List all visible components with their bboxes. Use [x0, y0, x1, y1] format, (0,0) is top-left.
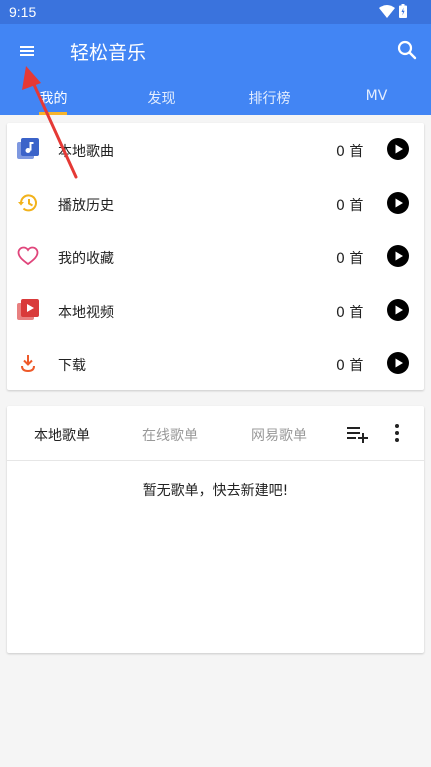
library-item-count: 0 首 [336, 144, 364, 160]
playlist-card: 本地歌单 在线歌单 网易歌单 暂无歌单，快去新建吧! [7, 406, 424, 653]
tab-discover[interactable]: 发现 [108, 88, 215, 108]
tab-mv[interactable]: MV [323, 88, 430, 104]
main-tabs: 我的 发现 排行榜 MV [0, 84, 431, 115]
library-item-count: 0 首 [336, 198, 364, 214]
video-icon [17, 299, 39, 320]
menu-icon[interactable] [15, 39, 39, 63]
library-card: 本地歌曲 0 首 播放历史 0 首 我的收藏 0 首 本地视频 0 首 下载 0… [7, 123, 424, 390]
status-time: 9:15 [9, 4, 37, 20]
empty-playlist-message: 暂无歌单，快去新建吧! [142, 483, 289, 499]
library-item-count: 0 首 [336, 305, 364, 321]
play-icon[interactable] [387, 138, 409, 160]
tab-netease-playlists[interactable]: 网易歌单 [251, 425, 307, 445]
library-item-local-videos[interactable]: 本地视频 0 首 [7, 284, 424, 337]
tab-online-playlists[interactable]: 在线歌单 [142, 425, 198, 445]
battery-icon [399, 4, 407, 18]
download-icon [21, 355, 35, 373]
tab-mine[interactable]: 我的 [0, 88, 107, 108]
library-item-favorites[interactable]: 我的收藏 0 首 [7, 230, 424, 283]
local-music-icon [17, 138, 39, 159]
play-icon[interactable] [387, 352, 409, 374]
app-title: 轻松音乐 [70, 42, 147, 64]
tab-local-playlists[interactable]: 本地歌单 [34, 425, 90, 445]
library-item-label: 下载 [58, 358, 86, 374]
status-bar: 9:15 [0, 0, 431, 24]
heart-icon [17, 246, 39, 266]
library-item-count: 0 首 [336, 251, 364, 267]
play-icon[interactable] [387, 192, 409, 214]
wifi-icon [379, 5, 395, 18]
more-options-icon[interactable] [391, 423, 403, 443]
library-item-label: 本地歌曲 [58, 144, 114, 160]
library-item-label: 我的收藏 [58, 251, 114, 267]
library-item-local-songs[interactable]: 本地歌曲 0 首 [7, 123, 424, 176]
play-icon[interactable] [387, 245, 409, 267]
history-icon [18, 194, 37, 212]
library-item-label: 播放历史 [58, 198, 114, 214]
search-icon[interactable] [395, 38, 419, 62]
tab-indicator [39, 112, 67, 115]
library-item-label: 本地视频 [58, 305, 114, 321]
library-item-count: 0 首 [336, 358, 364, 374]
library-item-download[interactable]: 下载 0 首 [7, 337, 424, 390]
divider [7, 460, 424, 461]
tab-charts[interactable]: 排行榜 [216, 88, 323, 108]
play-icon[interactable] [387, 299, 409, 321]
library-item-history[interactable]: 播放历史 0 首 [7, 177, 424, 230]
app-bar: 轻松音乐 我的 发现 排行榜 MV [0, 24, 431, 115]
add-playlist-icon[interactable] [347, 424, 369, 444]
